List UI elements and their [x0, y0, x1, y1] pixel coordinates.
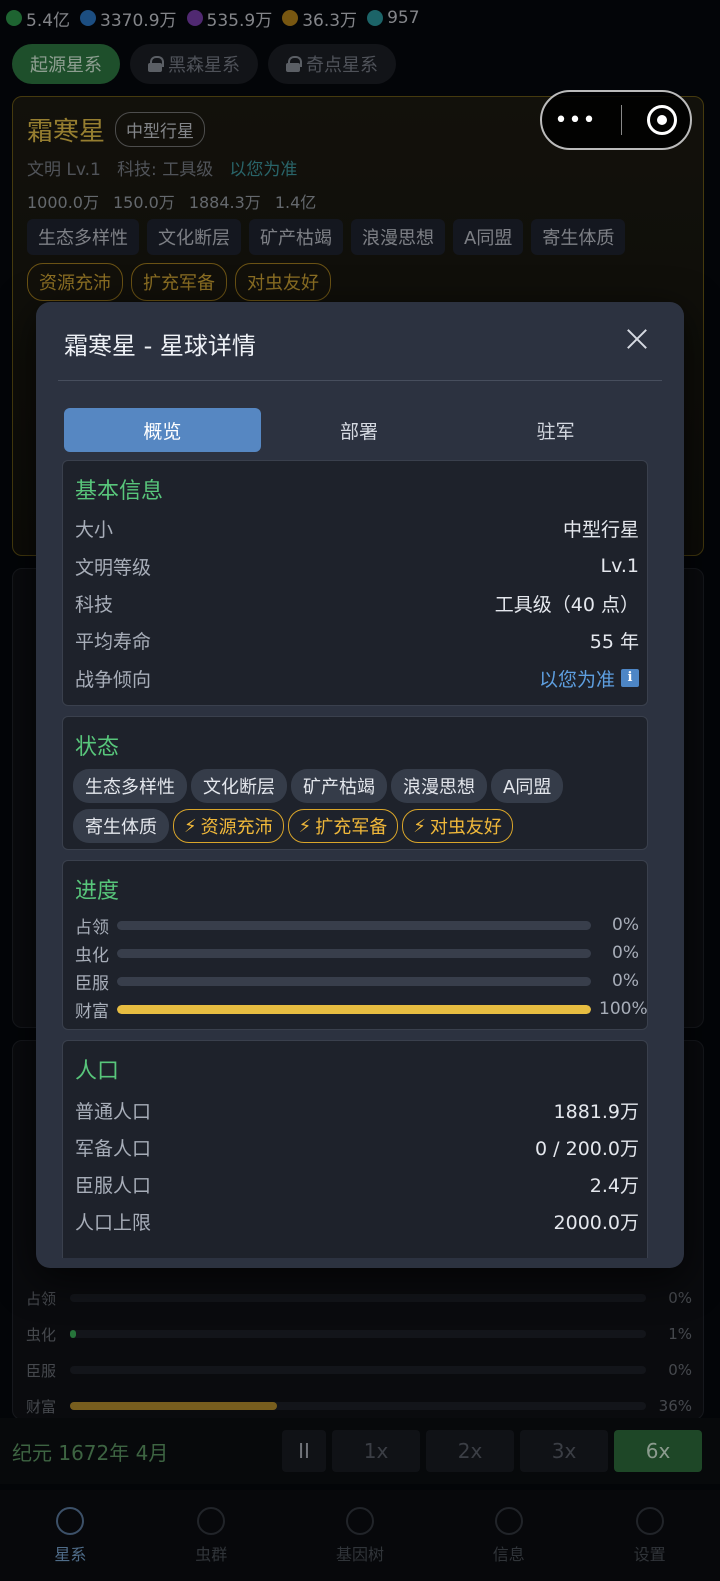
lightning-icon: ⚡: [184, 815, 197, 837]
info-row-civ-level: 文明等级 Lv.1: [75, 555, 639, 579]
progress-submission: 臣服 0%: [75, 971, 639, 994]
event-tag-arms-expansion: ⚡ 扩充军备: [287, 809, 399, 843]
modal-content[interactable]: 基本信息 大小 中型行星 文明等级 Lv.1 科技 工具级（40 点） 平均寿命 55 …: [58, 458, 662, 1258]
miniprogram-capsule: •••: [540, 90, 692, 150]
tab-garrison[interactable]: 驻军: [457, 408, 654, 452]
close-icon[interactable]: [624, 326, 650, 352]
info-row-size: 大小 中型行星: [75, 518, 639, 541]
status-tag: 寄生体质: [73, 809, 169, 843]
status-tags: 生态多样性 文化断层 矿产枯竭 浪漫思想 A同盟 寄生体质 ⚡ 资源充沛 ⚡ 扩充军…: [73, 769, 643, 843]
section-progress: 进度 占领 0% 虫化 0% 臣服 0% 财富 100%: [62, 860, 648, 1030]
section-heading: 基本信息: [75, 479, 164, 504]
progress-occupation: 占领 0%: [75, 915, 639, 938]
info-icon[interactable]: i: [621, 669, 639, 687]
event-tag-bug-friendly: ⚡ 对虫友好: [402, 809, 513, 843]
info-row-lifespan: 平均寿命 55 年: [75, 630, 639, 653]
pop-row-cap: 人口上限 2000.0万: [75, 1211, 639, 1234]
divider: [58, 380, 662, 381]
section-population: 人口 普通人口 1881.9万 军备人口 0 / 200.0万 臣服人口 2.4万 人…: [62, 1040, 648, 1258]
modal-tabs: 概览 部署 驻军: [64, 408, 654, 452]
lightning-icon: ⚡: [298, 815, 312, 837]
tab-overview[interactable]: 概览: [64, 408, 261, 452]
section-basic-info: 基本信息 大小 中型行星 文明等级 Lv.1 科技 工具级（40 点） 平均寿命 55 …: [62, 460, 648, 706]
progress-track: [117, 920, 591, 930]
section-heading: 进度: [75, 879, 120, 904]
close-miniprogram-icon[interactable]: [647, 105, 678, 135]
progress-wealth: 财富 100%: [75, 999, 648, 1022]
tab-deploy[interactable]: 部署: [261, 408, 458, 452]
status-tag: 文化断层: [191, 769, 287, 803]
event-tag-resource-rich: ⚡ 资源充沛: [173, 809, 284, 843]
capsule-divider: [621, 105, 623, 135]
section-heading: 状态: [75, 735, 120, 760]
lightning-icon: ⚡: [413, 815, 426, 837]
progress-track: [117, 948, 591, 958]
progress-track: [117, 976, 591, 986]
section-heading: 人口: [75, 1059, 120, 1084]
modal-title: 霜寒星 - 星球详情: [64, 332, 256, 360]
more-menu-icon[interactable]: •••: [555, 108, 597, 133]
pop-row-military: 军备人口 0 / 200.0万: [75, 1137, 639, 1160]
pop-row-common: 普通人口 1881.9万: [75, 1100, 639, 1123]
status-tag: 生态多样性: [73, 769, 187, 803]
pop-row-subjugated: 臣服人口 2.4万: [75, 1174, 639, 1197]
status-tag: A同盟: [491, 769, 564, 803]
status-tag: 浪漫思想: [391, 769, 487, 803]
status-tag: 矿产枯竭: [291, 769, 387, 803]
war-tendency-link[interactable]: 以您为准 i: [539, 665, 639, 692]
info-row-tech: 科技 工具级（40 点）: [75, 593, 639, 616]
progress-track: [117, 1004, 591, 1014]
progress-infestation: 虫化 0%: [75, 943, 639, 966]
section-status: 状态 生态多样性 文化断层 矿产枯竭 浪漫思想 A同盟 寄生体质 ⚡ 资源充沛 ⚡…: [62, 716, 648, 850]
planet-detail-modal: 霜寒星 - 星球详情 概览 部署 驻军 基本信息 大小 中型行星 文明等级 Lv.1…: [36, 302, 684, 1268]
info-row-war-tendency: 战争倾向 以您为准 i: [75, 663, 639, 693]
